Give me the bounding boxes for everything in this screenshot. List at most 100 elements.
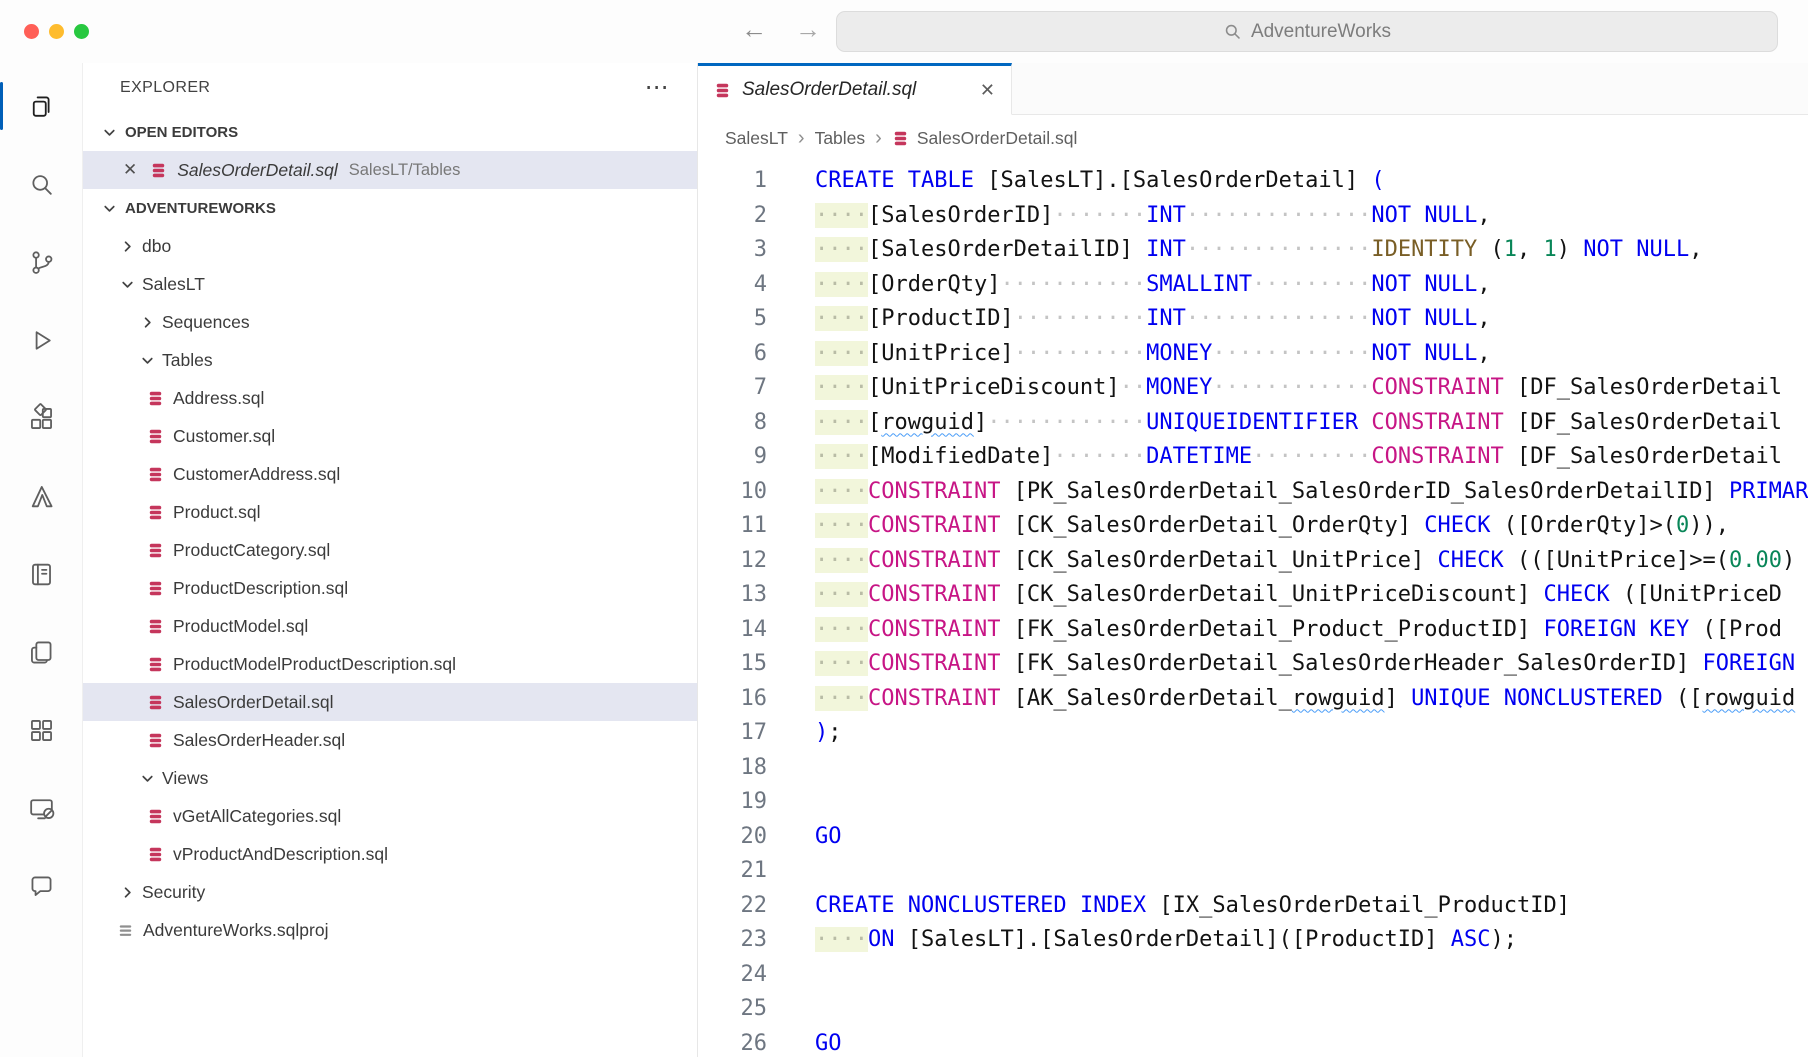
code-line[interactable]: 23····ON [SalesLT].[SalesOrderDetail]([P… xyxy=(698,923,1808,958)
code-token xyxy=(1000,479,1013,504)
run-debug-icon[interactable] xyxy=(0,301,82,379)
close-icon[interactable]: ✕ xyxy=(123,160,137,180)
code-token: , xyxy=(1517,237,1530,262)
code-token: [UnitPrice] xyxy=(868,341,1014,366)
code-line[interactable]: 18 xyxy=(698,751,1808,786)
tree-item-dbo[interactable]: dbo xyxy=(83,227,697,265)
tree-item-productdescription-sql[interactable]: ProductDescription.sql xyxy=(83,569,697,607)
project-section-header[interactable]: ADVENTUREWORKS xyxy=(83,189,697,227)
code-token: ( xyxy=(1371,168,1384,193)
explorer-icon[interactable] xyxy=(0,67,82,145)
code-line[interactable]: 25 xyxy=(698,992,1808,1027)
tree-item-adventureworks-sqlproj[interactable]: AdventureWorks.sqlproj xyxy=(83,911,697,949)
code-token: 1 xyxy=(1504,237,1517,262)
code-token xyxy=(1067,893,1080,918)
code-line[interactable]: 4····[OrderQty]···········SMALLINT······… xyxy=(698,268,1808,303)
search-icon[interactable] xyxy=(0,145,82,223)
open-editors-header[interactable]: OPEN EDITORS xyxy=(83,113,697,151)
code-token: NOT xyxy=(1371,203,1411,228)
close-window-button[interactable] xyxy=(24,24,39,39)
tree-item-security[interactable]: Security xyxy=(83,873,697,911)
code-line[interactable]: 22CREATE NONCLUSTERED INDEX [IX_SalesOrd… xyxy=(698,889,1808,924)
code-line[interactable]: 6····[UnitPrice]··········MONEY·········… xyxy=(698,337,1808,372)
notebook-icon[interactable] xyxy=(0,535,82,613)
command-center-search[interactable]: AdventureWorks xyxy=(836,11,1778,52)
code-line[interactable]: 13····CONSTRAINT [CK_SalesOrderDetail_Un… xyxy=(698,578,1808,613)
code-token xyxy=(1504,548,1517,573)
code-line[interactable]: 11····CONSTRAINT [CK_SalesOrderDetail_Or… xyxy=(698,509,1808,544)
tree-item-salesorderdetail-sql[interactable]: SalesOrderDetail.sql xyxy=(83,683,697,721)
pages-icon[interactable] xyxy=(0,613,82,691)
tree-item-salesorderheader-sql[interactable]: SalesOrderHeader.sql xyxy=(83,721,697,759)
code-line[interactable]: 2····[SalesOrderID]·······INT···········… xyxy=(698,199,1808,234)
chevron-down-icon xyxy=(137,770,157,787)
code-line[interactable]: 10····CONSTRAINT [PK_SalesOrderDetail_Sa… xyxy=(698,475,1808,510)
tree-item-customer-sql[interactable]: Customer.sql xyxy=(83,417,697,455)
code-token: [SalesLT].[SalesOrderDetail]([ProductID] xyxy=(908,927,1438,952)
code-line[interactable]: 1CREATE TABLE [SalesLT].[SalesOrderDetai… xyxy=(698,164,1808,199)
breadcrumb-item[interactable]: SalesLT xyxy=(725,128,788,149)
tree-item-productmodel-sql[interactable]: ProductModel.sql xyxy=(83,607,697,645)
code-line[interactable]: 5····[ProductID]··········INT···········… xyxy=(698,302,1808,337)
tab-salesorderdetail[interactable]: SalesOrderDetail.sql ✕ xyxy=(698,63,1012,115)
code-line[interactable]: 15····CONSTRAINT [FK_SalesOrderDetail_Sa… xyxy=(698,647,1808,682)
code-line[interactable]: 24 xyxy=(698,958,1808,993)
tree-item-tables[interactable]: Tables xyxy=(83,341,697,379)
open-editor-item[interactable]: ✕SalesOrderDetail.sqlSalesLT/Tables xyxy=(83,151,697,189)
code-token: ·············· xyxy=(1186,237,1371,262)
device-icon[interactable] xyxy=(0,769,82,847)
code-token: NULL xyxy=(1424,272,1477,297)
code-token: NULL xyxy=(1424,203,1477,228)
code-token xyxy=(1530,617,1543,642)
line-number: 23 xyxy=(698,923,767,958)
tree-item-product-sql[interactable]: Product.sql xyxy=(83,493,697,531)
forward-arrow-icon[interactable]: → xyxy=(792,14,824,45)
code-line[interactable]: 19 xyxy=(698,785,1808,820)
tree-item-sequences[interactable]: Sequences xyxy=(83,303,697,341)
back-arrow-icon[interactable]: ← xyxy=(738,14,770,45)
code-token: CREATE xyxy=(815,168,894,193)
source-control-icon[interactable] xyxy=(0,223,82,301)
code-line[interactable]: 12····CONSTRAINT [CK_SalesOrderDetail_Un… xyxy=(698,544,1808,579)
breadcrumb-item[interactable]: SalesOrderDetail.sql xyxy=(892,128,1077,149)
code-token xyxy=(1504,410,1517,435)
tree-item-label: SalesOrderDetail.sql xyxy=(173,692,333,713)
tree-item-views[interactable]: Views xyxy=(83,759,697,797)
code-line[interactable]: 21 xyxy=(698,854,1808,889)
code-line[interactable]: 7····[UnitPriceDiscount]··MONEY·········… xyxy=(698,371,1808,406)
minimize-window-button[interactable] xyxy=(49,24,64,39)
breadcrumb-item[interactable]: Tables xyxy=(815,128,866,149)
line-number: 5 xyxy=(698,302,767,337)
more-actions-button[interactable]: ⋯ xyxy=(645,76,669,100)
zoom-window-button[interactable] xyxy=(74,24,89,39)
code-line[interactable]: 16····CONSTRAINT [AK_SalesOrderDetail_ro… xyxy=(698,682,1808,717)
code-line[interactable]: 17); xyxy=(698,716,1808,751)
azure-icon[interactable] xyxy=(0,457,82,535)
line-number: 4 xyxy=(698,268,767,303)
tree-item-productmodelproductdescription-sql[interactable]: ProductModelProductDescription.sql xyxy=(83,645,697,683)
code-line[interactable]: 8····[rowguid]············UNIQUEIDENTIFI… xyxy=(698,406,1808,441)
code-token: NOT xyxy=(1583,237,1623,262)
code-line[interactable]: 26GO xyxy=(698,1027,1808,1057)
close-icon[interactable]: ✕ xyxy=(980,80,995,101)
code-token: ···· xyxy=(815,306,868,331)
tree-item-saleslt[interactable]: SalesLT xyxy=(83,265,697,303)
code-line[interactable]: 20GO xyxy=(698,820,1808,855)
database-icon xyxy=(147,694,164,711)
code-line[interactable]: 3····[SalesOrderDetailID] INT···········… xyxy=(698,233,1808,268)
blocks-icon[interactable] xyxy=(0,691,82,769)
tree-item-productcategory-sql[interactable]: ProductCategory.sql xyxy=(83,531,697,569)
comments-icon[interactable] xyxy=(0,847,82,925)
code-token: GO xyxy=(815,824,842,849)
tree-item-customeraddress-sql[interactable]: CustomerAddress.sql xyxy=(83,455,697,493)
code-line[interactable]: 9····[ModifiedDate]·······DATETIME······… xyxy=(698,440,1808,475)
code-token: ···· xyxy=(815,651,868,676)
tree-item-address-sql[interactable]: Address.sql xyxy=(83,379,697,417)
tree-item-vproductanddescription-sql[interactable]: vProductAndDescription.sql xyxy=(83,835,697,873)
extensions-icon[interactable] xyxy=(0,379,82,457)
tree-item-vgetallcategories-sql[interactable]: vGetAllCategories.sql xyxy=(83,797,697,835)
code-token: [IX_SalesOrderDetail_ProductID] xyxy=(1159,893,1570,918)
code-token: ···· xyxy=(815,341,868,366)
code-token xyxy=(1000,513,1013,538)
code-line[interactable]: 14····CONSTRAINT [FK_SalesOrderDetail_Pr… xyxy=(698,613,1808,648)
